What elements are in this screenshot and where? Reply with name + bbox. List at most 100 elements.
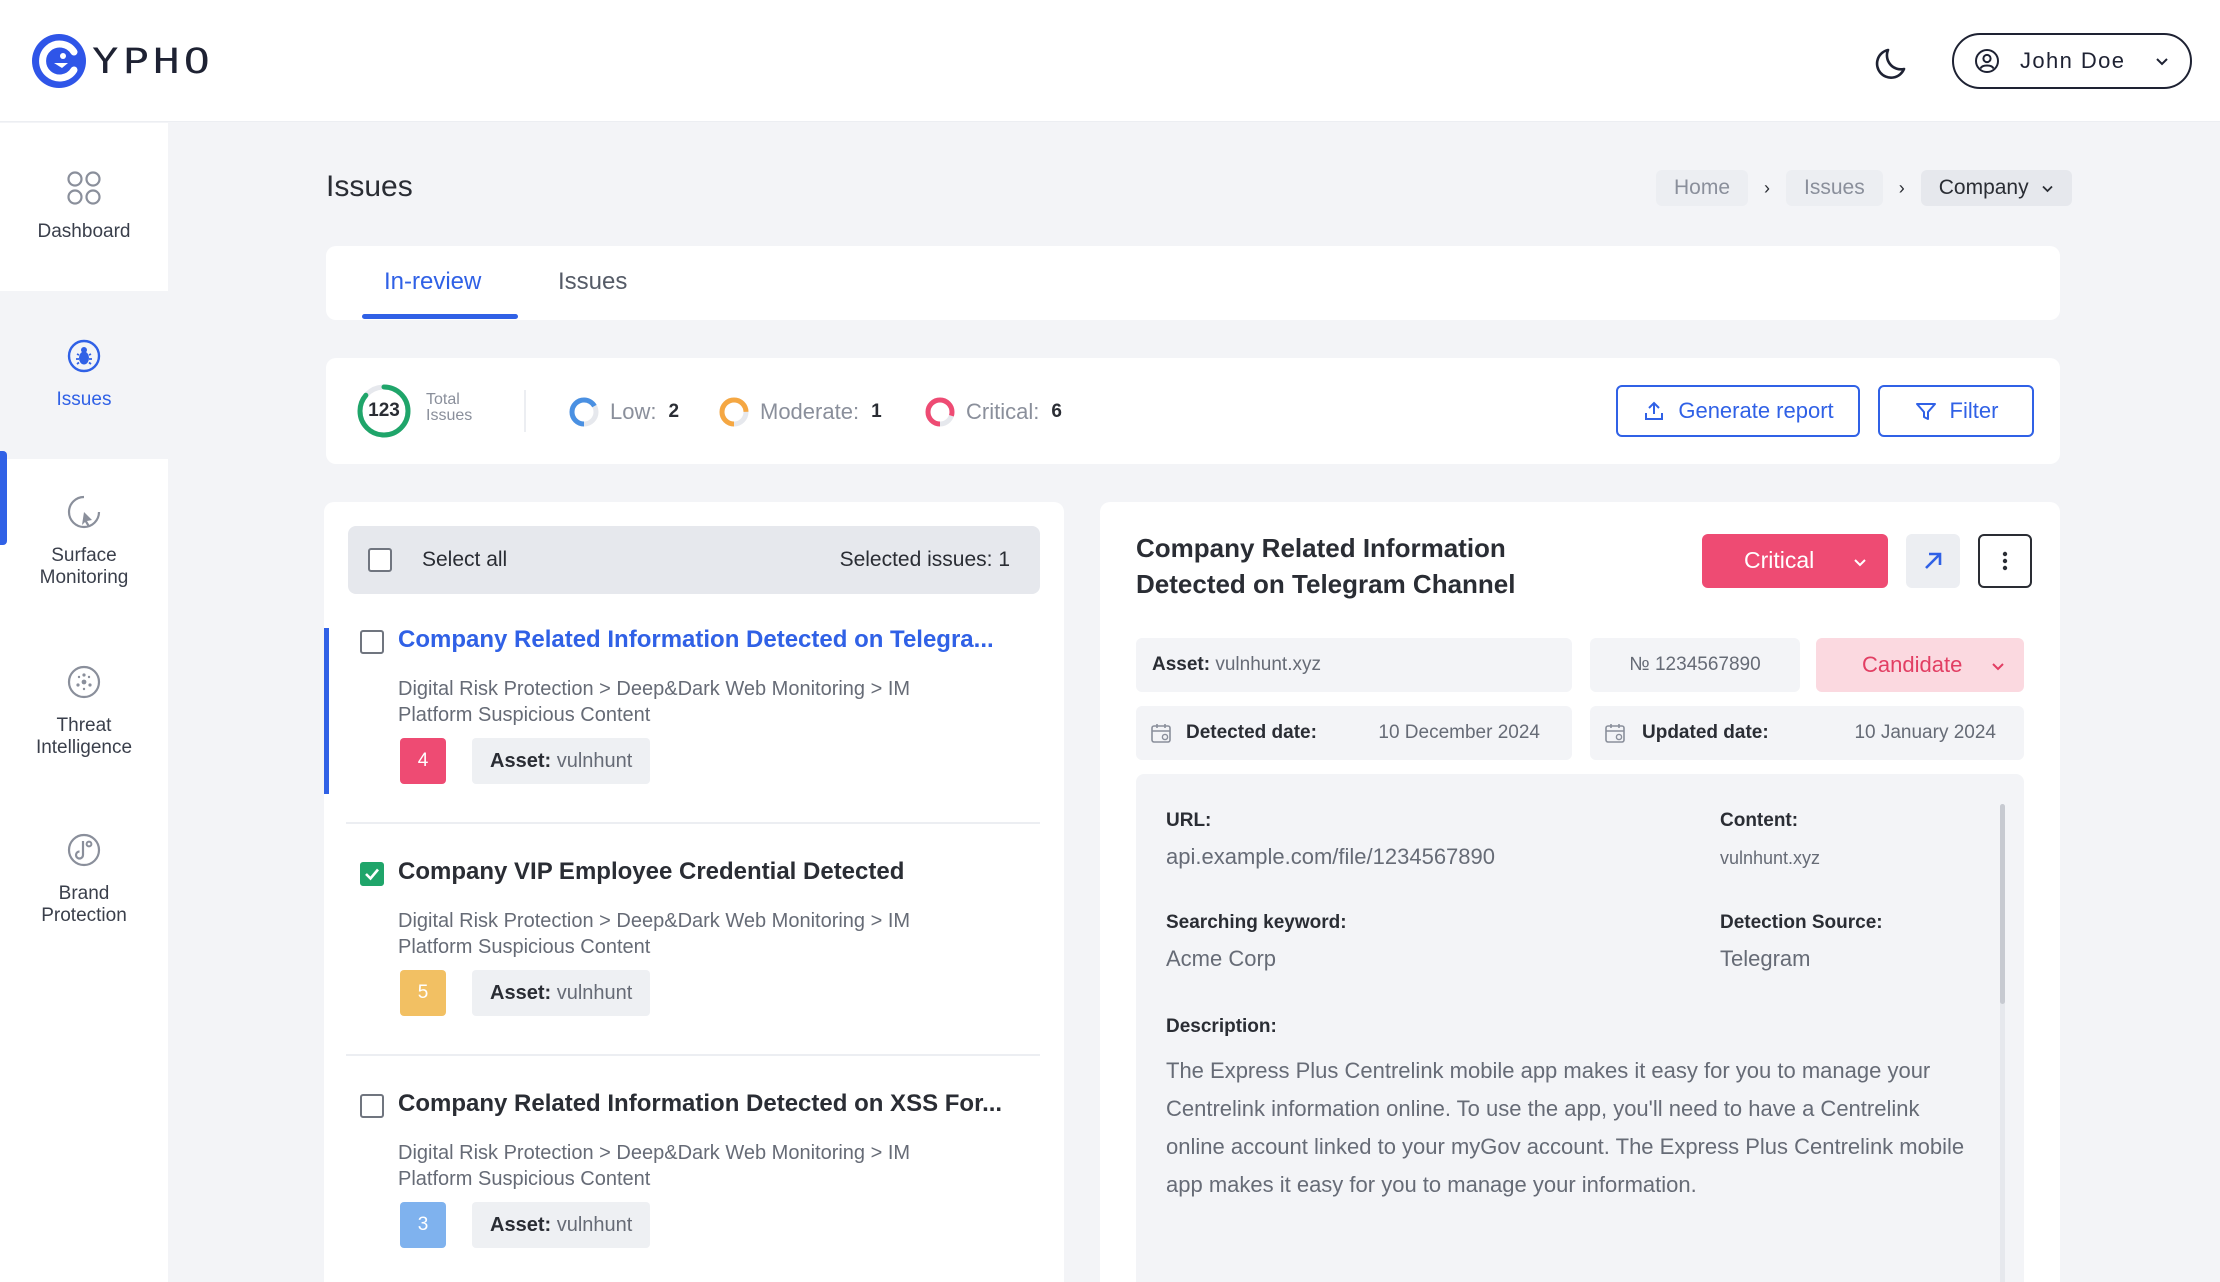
issue-checkbox[interactable] <box>360 1094 384 1118</box>
top-bar: YPHO John Doe <box>0 0 2220 122</box>
calendar-icon <box>1605 724 1625 743</box>
asset-value: vulnhunt <box>556 750 633 772</box>
selected-count: Selected issues: 1 <box>839 548 1010 571</box>
bug-icon <box>67 339 101 373</box>
content-label: Content: <box>1720 810 1799 831</box>
critical-stat: Critical: 6 <box>924 396 1062 428</box>
breadcrumb-company[interactable]: Company <box>1920 170 2072 206</box>
severity-dropdown[interactable]: Critical <box>1702 534 1888 588</box>
issue-title[interactable]: Company Related Information Detected on … <box>398 626 1018 654</box>
issue-category-path: Digital Risk Protection > Deep&Dark Web … <box>398 676 998 728</box>
calendar-icon <box>1151 724 1171 743</box>
description-label: Description: <box>1166 1016 1277 1037</box>
low-count: 2 <box>668 401 680 422</box>
brand-logo[interactable]: YPHO <box>30 32 214 90</box>
user-menu-button[interactable]: John Doe <box>1952 33 2192 89</box>
content-value: vulnhunt.xyz <box>1720 848 1821 868</box>
tab-issues[interactable]: Issues <box>558 268 627 296</box>
issue-path-line: Digital Risk Protection > Deep&Dark Web … <box>398 678 911 700</box>
issue-category-path: Digital Risk Protection > Deep&Dark Web … <box>398 1140 998 1192</box>
issue-path-line: Digital Risk Protection > Deep&Dark Web … <box>398 910 911 932</box>
status-dropdown[interactable]: Candidate <box>1816 638 2024 692</box>
sidebar-item-dashboard[interactable]: Dashboard <box>0 169 168 243</box>
critical-count: 6 <box>1051 401 1062 422</box>
open-external-button[interactable] <box>1906 534 1960 588</box>
sidebar-item-label: Surface Monitoring <box>39 545 129 588</box>
breadcrumb-home[interactable]: Home <box>1656 170 1749 206</box>
sidebar-item-threat-intelligence[interactable]: Threat Intelligence <box>0 663 168 759</box>
asset-key: Asset: <box>490 750 552 772</box>
select-all-label: Select all <box>422 548 508 571</box>
brand-icon <box>67 833 101 867</box>
moon-icon[interactable] <box>1874 42 1914 82</box>
asset-value: vulnhunt.xyz <box>1215 654 1321 675</box>
more-vertical-icon <box>2002 551 2008 571</box>
issue-list-item[interactable]: Company Related Information Detected on … <box>346 1090 1040 1282</box>
issue-title[interactable]: Company Related Information Detected on … <box>398 1090 1018 1118</box>
issue-title[interactable]: Company VIP Employee Credential Detected <box>398 858 1018 886</box>
sidebar-item-brand-protection[interactable]: Brand Protection <box>0 831 168 927</box>
issue-path-line: Platform Suspicious Content <box>398 936 651 958</box>
description-text: The Express Plus Centrelink mobile app m… <box>1166 1058 1965 1197</box>
chevron-down-icon <box>2041 185 2053 192</box>
issue-category-path: Digital Risk Protection > Deep&Dark Web … <box>398 908 998 960</box>
detected-date-label: Detected date: <box>1186 722 1317 743</box>
scrollbar-thumb[interactable] <box>2000 804 2005 1004</box>
stats-bar: 123 Total Issues Low: 2 Moderate: 1 Crit… <box>326 358 2060 464</box>
moderate-count: 1 <box>871 401 882 422</box>
brand-name: YPHO <box>92 41 214 81</box>
tab-active-underline <box>362 314 518 319</box>
asset-key: Asset: <box>1152 654 1211 675</box>
detected-date-value: 10 December 2024 <box>1378 722 1540 743</box>
chevron-down-icon <box>2156 58 2168 66</box>
issue-count-badge: 5 <box>400 970 446 1016</box>
critical-ring-icon <box>925 397 955 427</box>
more-options-button[interactable] <box>1978 534 2032 588</box>
detail-title-line: Company Related Information <box>1136 533 1506 563</box>
issue-checkbox[interactable] <box>360 862 384 886</box>
asset-value: vulnhunt <box>556 1214 633 1236</box>
low-label: Low: <box>610 399 657 424</box>
issue-info-box: URL: api.example.com/file/1234567890 Con… <box>1136 774 2024 1282</box>
updated-date-value: 10 January 2024 <box>1854 722 1996 743</box>
sidebar-item-surface-monitoring[interactable]: Surface Monitoring <box>0 493 168 589</box>
source-label: Detection Source: <box>1720 912 1883 933</box>
radar-icon <box>67 495 101 529</box>
tab-in-review[interactable]: In-review <box>384 268 481 296</box>
sidebar-active-indicator <box>0 451 7 545</box>
issue-path-line: Platform Suspicious Content <box>398 1168 651 1190</box>
asset-value: vulnhunt <box>556 982 633 1004</box>
updated-date-label: Updated date: <box>1642 722 1769 743</box>
critical-label: Critical: <box>966 399 1040 424</box>
keyword-label: Searching keyword: <box>1166 912 1347 933</box>
updated-date-field: Updated date: 10 January 2024 <box>1590 706 2024 760</box>
selected-item-indicator <box>324 628 329 794</box>
total-label-line: Total <box>426 391 460 408</box>
issue-list-item[interactable]: Company Related Information Detected on … <box>346 626 1040 858</box>
breadcrumb-issues[interactable]: Issues <box>1786 170 1883 206</box>
threat-icon <box>67 665 101 699</box>
checkmark-icon <box>365 868 379 881</box>
issue-asset-tag: Asset: vulnhunt <box>472 970 651 1016</box>
page-title: Issues <box>326 170 413 203</box>
tab-bar: In-review Issues <box>326 246 2060 320</box>
generate-report-button[interactable]: Generate report <box>1616 385 1860 437</box>
issue-count-badge: 4 <box>400 738 446 784</box>
filter-label: Filter <box>1949 398 1999 423</box>
moderate-ring-icon <box>719 397 749 427</box>
issue-path-line: Platform Suspicious Content <box>398 704 651 726</box>
sidebar-item-label: Brand Protection <box>41 883 127 926</box>
filter-icon <box>1915 403 1936 420</box>
issue-asset-tag: Asset: vulnhunt <box>472 738 651 784</box>
filter-button[interactable]: Filter <box>1878 385 2034 437</box>
select-all-checkbox[interactable] <box>368 548 392 572</box>
total-issues-count: 123 <box>368 400 400 421</box>
url-value[interactable]: api.example.com/file/1234567890 <box>1166 844 1495 870</box>
issue-detail-panel: Company Related Information Detected on … <box>1100 502 2060 1282</box>
issue-checkbox[interactable] <box>360 630 384 654</box>
issue-count-badge: 3 <box>400 1202 446 1248</box>
divider <box>346 1054 1040 1056</box>
sidebar-item-issues[interactable]: Issues <box>0 291 168 459</box>
url-label: URL: <box>1166 810 1212 831</box>
issue-list-item[interactable]: Company VIP Employee Credential Detected… <box>346 858 1040 1090</box>
